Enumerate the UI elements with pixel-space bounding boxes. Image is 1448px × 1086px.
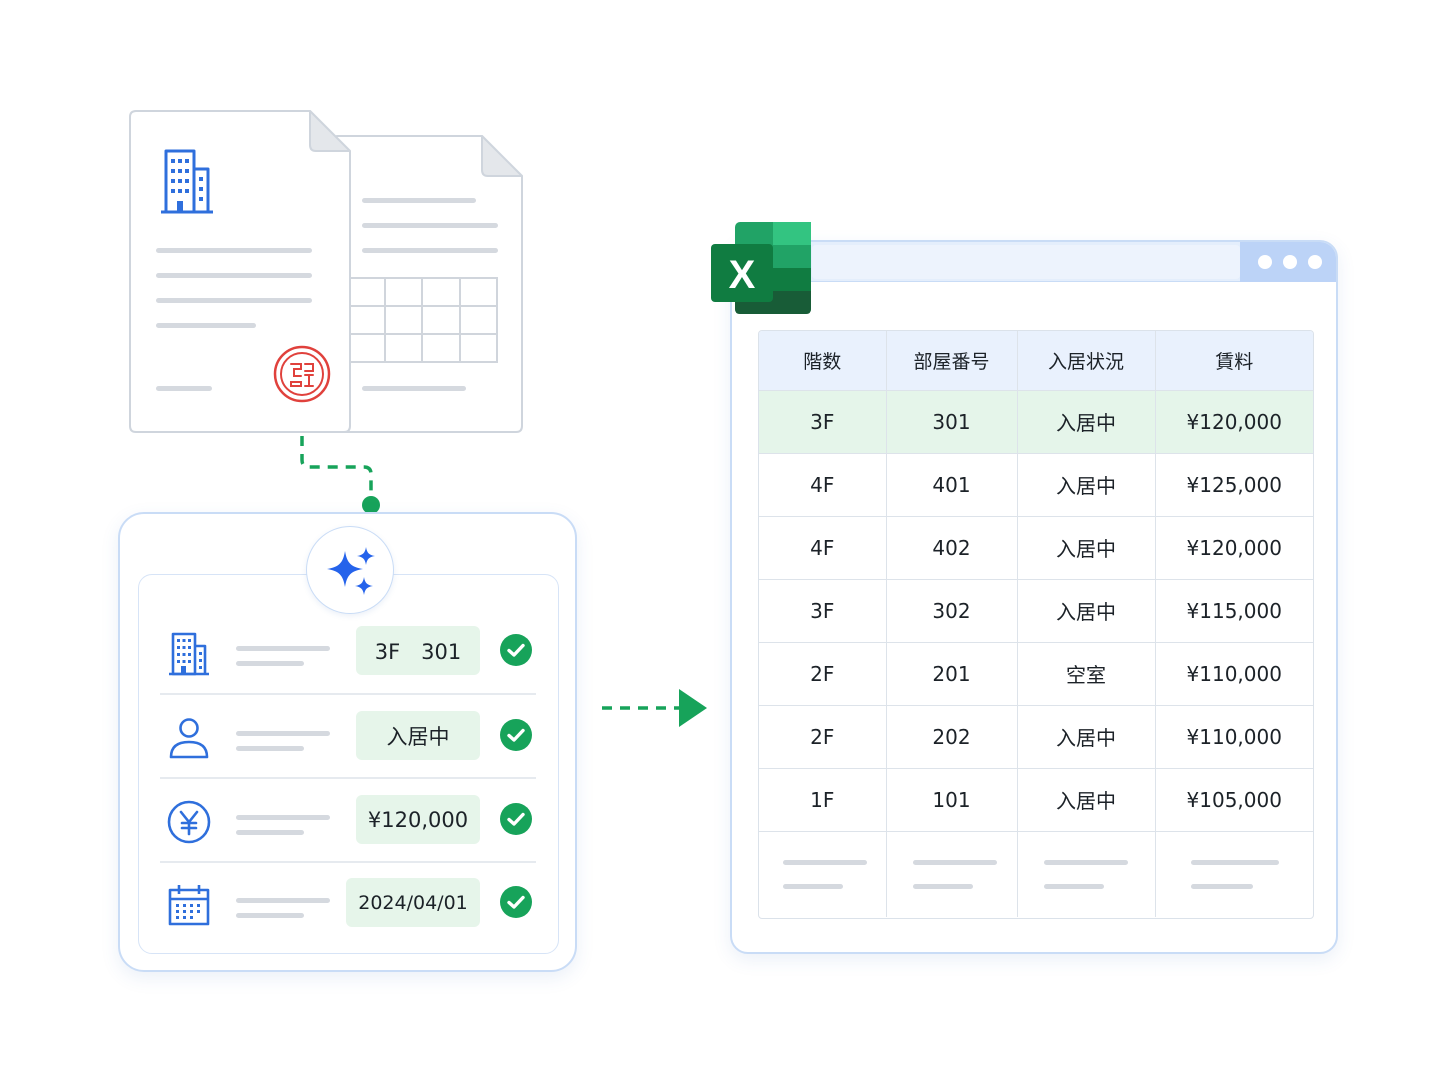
field-row-rent: ¥120,000 <box>160 779 540 863</box>
window-title-bar <box>732 242 1336 282</box>
cell[interactable]: ¥120,000 <box>1155 516 1313 580</box>
spreadsheet-table: 階数 部屋番号 入居状況 賃料 3F 301 入居中 ¥120,000 4F 4… <box>758 330 1314 919</box>
table-row: 4F 402 入居中 ¥120,000 <box>759 516 1313 580</box>
dot-icon <box>1308 255 1322 269</box>
cell-placeholder <box>1190 859 1279 865</box>
check-circle-icon <box>500 886 532 918</box>
column-header: 入居状況 <box>1017 331 1156 391</box>
cell[interactable]: 4F <box>759 516 887 580</box>
cell[interactable]: 401 <box>886 453 1018 517</box>
column-header: 階数 <box>759 331 887 391</box>
cell[interactable]: ¥125,000 <box>1155 453 1313 517</box>
cell[interactable]: ¥115,000 <box>1155 579 1313 643</box>
excel-icon: X <box>711 222 811 314</box>
cell[interactable]: 402 <box>886 516 1018 580</box>
cell[interactable]: 2F <box>759 642 887 706</box>
field-row-status: 入居中 <box>160 695 540 779</box>
document-front <box>128 109 352 436</box>
field-row-date: 2024/04/01 <box>160 862 540 946</box>
extracted-value: 2024/04/01 <box>346 878 480 927</box>
cell[interactable]: ¥110,000 <box>1155 642 1313 706</box>
sparkle-icon <box>327 547 375 595</box>
cell-placeholder <box>1043 859 1128 865</box>
cell-placeholder <box>1043 883 1104 889</box>
cell-placeholder <box>783 883 843 889</box>
placeholder-cell <box>1017 831 1156 917</box>
table-row: 3F 301 入居中 ¥120,000 <box>759 390 1313 454</box>
label-placeholder <box>236 898 330 903</box>
calendar-icon <box>168 885 210 926</box>
cell[interactable]: 1F <box>759 768 887 832</box>
cell[interactable]: 空室 <box>1017 642 1156 706</box>
label-placeholder <box>236 646 330 651</box>
extraction-panel: 3F 301 入居中 ¥120,000 2024/04/01 <box>118 512 577 972</box>
address-bar <box>812 245 1240 279</box>
cell[interactable]: ¥120,000 <box>1155 390 1313 454</box>
table-row: 4F 401 入居中 ¥125,000 <box>759 453 1313 517</box>
dot-icon <box>1283 255 1297 269</box>
label-placeholder <box>236 731 330 736</box>
cell[interactable]: 入居中 <box>1017 705 1156 769</box>
table-row: 3F 302 入居中 ¥115,000 <box>759 579 1313 643</box>
placeholder-cell <box>759 831 887 917</box>
cell[interactable]: 入居中 <box>1017 579 1156 643</box>
label-placeholder <box>236 815 330 820</box>
cell[interactable]: 入居中 <box>1017 390 1156 454</box>
seal-stamp-icon <box>273 345 331 403</box>
field-row-unit: 3F 301 <box>160 610 540 694</box>
yen-icon <box>167 800 211 844</box>
doc-to-extract-connector <box>300 436 373 500</box>
placeholder-cell <box>1155 831 1313 917</box>
check-circle-icon <box>500 719 532 751</box>
label-placeholder <box>236 746 304 751</box>
label-placeholder <box>236 913 304 918</box>
cell[interactable]: 入居中 <box>1017 768 1156 832</box>
window-menu-button[interactable] <box>1240 242 1336 282</box>
extracted-value: 入居中 <box>356 711 480 760</box>
cell[interactable]: 入居中 <box>1017 453 1156 517</box>
cell[interactable]: 301 <box>886 390 1018 454</box>
placeholder-cell <box>886 831 1018 917</box>
building-icon <box>161 149 213 214</box>
cell[interactable]: 302 <box>886 579 1018 643</box>
cell-placeholder <box>783 859 867 865</box>
cell[interactable]: 3F <box>759 579 887 643</box>
cell-placeholder <box>912 883 973 889</box>
cell[interactable]: 3F <box>759 390 887 454</box>
ai-badge <box>306 526 394 614</box>
extracted-value: ¥120,000 <box>356 795 480 844</box>
cell[interactable]: 入居中 <box>1017 516 1156 580</box>
cell[interactable]: 101 <box>886 768 1018 832</box>
document-back <box>330 134 524 436</box>
table-row: 2F 202 入居中 ¥110,000 <box>759 705 1313 769</box>
person-icon <box>169 718 209 759</box>
cell[interactable]: 202 <box>886 705 1018 769</box>
cell[interactable]: ¥110,000 <box>1155 705 1313 769</box>
placeholder-row <box>759 831 1313 917</box>
label-placeholder <box>236 661 304 666</box>
cell-placeholder <box>912 859 997 865</box>
dot-icon <box>1258 255 1272 269</box>
cell-placeholder <box>1190 883 1253 889</box>
cell[interactable]: 4F <box>759 453 887 517</box>
building-icon <box>169 632 209 676</box>
check-circle-icon <box>500 803 532 835</box>
cell[interactable]: 2F <box>759 705 887 769</box>
column-header: 部屋番号 <box>886 331 1018 391</box>
arrow-head-icon <box>679 689 707 727</box>
column-header: 賃料 <box>1155 331 1313 391</box>
check-circle-icon <box>500 634 532 666</box>
cell[interactable]: 201 <box>886 642 1018 706</box>
header-row: 階数 部屋番号 入居状況 賃料 <box>759 331 1313 391</box>
extracted-value: 3F 301 <box>356 626 480 675</box>
table-row: 1F 101 入居中 ¥105,000 <box>759 768 1313 832</box>
cell[interactable]: ¥105,000 <box>1155 768 1313 832</box>
label-placeholder <box>236 830 304 835</box>
excel-logo-letter: X <box>729 253 756 297</box>
table-row: 2F 201 空室 ¥110,000 <box>759 642 1313 706</box>
